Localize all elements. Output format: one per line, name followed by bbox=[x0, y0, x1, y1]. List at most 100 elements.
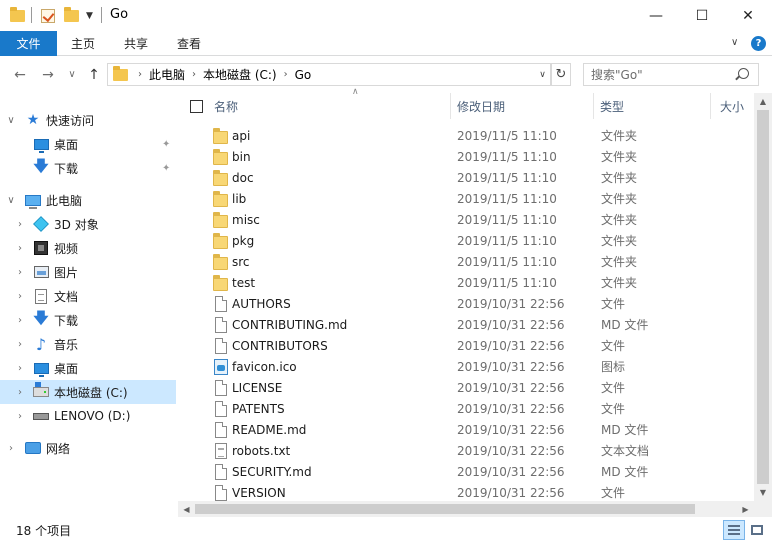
table-row[interactable]: src 2019/11/5 11:10 文件夹 bbox=[178, 252, 754, 273]
scroll-left-arrow-icon[interactable]: ◀ bbox=[178, 501, 195, 517]
file-list: ∧ 名称 修改日期 类型 大小 api 2019/11/5 11:10 文件夹 bin… bbox=[178, 87, 772, 517]
table-row[interactable]: AUTHORS 2019/10/31 22:56 文件 bbox=[178, 294, 754, 315]
nav-documents[interactable]: › 文档 bbox=[0, 284, 176, 308]
customize-toolbar-icon[interactable]: ▼ bbox=[86, 7, 93, 25]
nav-quick-access[interactable]: ∨ ★ 快速访问 bbox=[0, 108, 176, 132]
pin-icon[interactable]: ✦ bbox=[162, 163, 170, 174]
search-icon[interactable] bbox=[738, 68, 749, 79]
horizontal-scrollbar[interactable]: ◀ ▶ bbox=[178, 501, 754, 517]
search-input[interactable] bbox=[591, 67, 731, 82]
nav-label: 网络 bbox=[46, 441, 71, 456]
recent-locations-chevron-icon[interactable]: ∨ bbox=[65, 56, 79, 93]
column-header-date[interactable]: 修改日期 bbox=[457, 93, 593, 119]
forward-arrow-icon[interactable]: → bbox=[38, 56, 58, 93]
table-row[interactable]: lib 2019/11/5 11:10 文件夹 bbox=[178, 189, 754, 210]
table-row[interactable]: CONTRIBUTORS 2019/10/31 22:56 文件 bbox=[178, 336, 754, 357]
nav-quick-downloads[interactable]: 🡇 下载 ✦ bbox=[0, 156, 176, 180]
minimize-button[interactable]: — bbox=[633, 0, 679, 31]
column-divider[interactable] bbox=[593, 93, 594, 119]
breadcrumb-go[interactable]: Go bbox=[295, 68, 312, 82]
breadcrumb-this-pc[interactable]: 此电脑 bbox=[149, 66, 185, 83]
breadcrumb-separator[interactable]: › bbox=[192, 69, 196, 80]
column-divider[interactable] bbox=[710, 93, 711, 119]
nav-downloads[interactable]: › 🡇 下载 bbox=[0, 308, 176, 332]
expand-chevron-icon[interactable]: › bbox=[15, 315, 25, 326]
breadcrumb-separator[interactable]: › bbox=[284, 69, 288, 80]
scroll-right-arrow-icon[interactable]: ▶ bbox=[737, 501, 754, 517]
file-type: MD 文件 bbox=[601, 318, 649, 332]
expand-chevron-icon[interactable]: › bbox=[6, 443, 16, 454]
nav-network[interactable]: › 网络 bbox=[0, 436, 176, 460]
column-header-type[interactable]: 类型 bbox=[600, 93, 710, 119]
table-row[interactable]: doc 2019/11/5 11:10 文件夹 bbox=[178, 168, 754, 189]
title-separator bbox=[101, 7, 102, 23]
table-row[interactable]: test 2019/11/5 11:10 文件夹 bbox=[178, 273, 754, 294]
expand-chevron-icon[interactable]: › bbox=[15, 243, 25, 254]
table-row[interactable]: PATENTS 2019/10/31 22:56 文件 bbox=[178, 399, 754, 420]
table-row[interactable]: api 2019/11/5 11:10 文件夹 bbox=[178, 126, 754, 147]
tab-home[interactable]: 主页 bbox=[71, 31, 95, 56]
refresh-icon[interactable]: ↻ bbox=[551, 63, 571, 86]
details-view-button[interactable] bbox=[723, 520, 745, 540]
back-arrow-icon[interactable]: ← bbox=[10, 56, 30, 93]
expand-chevron-icon[interactable]: › bbox=[15, 339, 25, 350]
file-type: 文件 bbox=[601, 381, 626, 395]
collapse-chevron-icon[interactable]: ∨ bbox=[6, 115, 16, 126]
expand-chevron-icon[interactable]: › bbox=[15, 411, 25, 422]
horizontal-scroll-thumb[interactable] bbox=[195, 504, 695, 514]
table-row[interactable]: LICENSE 2019/10/31 22:56 文件 bbox=[178, 378, 754, 399]
up-arrow-icon[interactable]: ↑ bbox=[85, 56, 103, 93]
nav-label: LENOVO (D:) bbox=[54, 409, 131, 423]
nav-music[interactable]: › ♪ 音乐 bbox=[0, 332, 176, 356]
nav-quick-desktop[interactable]: 桌面 ✦ bbox=[0, 132, 176, 156]
column-header-size[interactable]: 大小 bbox=[720, 93, 754, 119]
nav-lenovo-d[interactable]: › LENOVO (D:) bbox=[0, 404, 176, 428]
expand-chevron-icon[interactable]: › bbox=[15, 219, 25, 230]
table-row[interactable]: robots.txt 2019/10/31 22:56 文本文档 bbox=[178, 441, 754, 462]
tab-file[interactable]: 文件 bbox=[0, 31, 57, 56]
expand-ribbon-chevron-icon[interactable]: ∨ bbox=[731, 37, 738, 48]
table-row[interactable]: misc 2019/11/5 11:10 文件夹 bbox=[178, 210, 754, 231]
nav-desktop[interactable]: › 桌面 bbox=[0, 356, 176, 380]
select-all-checkbox[interactable] bbox=[190, 100, 203, 113]
close-button[interactable]: ✕ bbox=[725, 0, 771, 31]
tab-share[interactable]: 共享 bbox=[124, 31, 148, 56]
file-type: 图标 bbox=[601, 360, 626, 374]
nav-local-disk-c[interactable]: › 本地磁盘 (C:) bbox=[0, 380, 176, 404]
tab-view[interactable]: 查看 bbox=[177, 31, 201, 56]
scroll-down-arrow-icon[interactable]: ▼ bbox=[754, 484, 772, 501]
properties-icon[interactable] bbox=[41, 7, 55, 25]
table-row[interactable]: bin 2019/11/5 11:10 文件夹 bbox=[178, 147, 754, 168]
nav-pictures[interactable]: › 图片 bbox=[0, 260, 176, 284]
vertical-scroll-thumb[interactable] bbox=[757, 110, 769, 484]
expand-chevron-icon[interactable]: › bbox=[15, 363, 25, 374]
breadcrumb-separator[interactable]: › bbox=[138, 69, 142, 80]
column-divider[interactable] bbox=[450, 93, 451, 119]
expand-chevron-icon[interactable]: › bbox=[15, 267, 25, 278]
pin-icon[interactable]: ✦ bbox=[162, 139, 170, 150]
nav-videos[interactable]: › 视频 bbox=[0, 236, 176, 260]
help-icon[interactable]: ? bbox=[751, 36, 766, 51]
file-name: doc bbox=[232, 171, 254, 185]
expand-chevron-icon[interactable]: › bbox=[15, 387, 25, 398]
collapse-chevron-icon[interactable]: ∨ bbox=[6, 195, 16, 206]
maximize-button[interactable]: ☐ bbox=[679, 0, 725, 31]
nav-this-pc[interactable]: ∨ 此电脑 bbox=[0, 188, 176, 212]
search-box[interactable] bbox=[583, 63, 759, 86]
breadcrumb-local-disk[interactable]: 本地磁盘 (C:) bbox=[203, 66, 277, 83]
file-icon bbox=[215, 401, 227, 417]
table-row[interactable]: favicon.ico 2019/10/31 22:56 图标 bbox=[178, 357, 754, 378]
address-dropdown-chevron-icon[interactable]: ∨ bbox=[535, 63, 551, 86]
table-row[interactable]: SECURITY.md 2019/10/31 22:56 MD 文件 bbox=[178, 462, 754, 483]
new-folder-icon[interactable] bbox=[64, 7, 79, 25]
vertical-scrollbar[interactable]: ▲ ▼ bbox=[754, 93, 772, 501]
large-icons-view-button[interactable] bbox=[747, 521, 767, 539]
table-row[interactable]: CONTRIBUTING.md 2019/10/31 22:56 MD 文件 bbox=[178, 315, 754, 336]
address-bar[interactable]: › 此电脑 › 本地磁盘 (C:) › Go bbox=[107, 63, 551, 86]
column-header-name[interactable]: ∧ 名称 bbox=[214, 87, 450, 119]
table-row[interactable]: pkg 2019/11/5 11:10 文件夹 bbox=[178, 231, 754, 252]
nav-3d-objects[interactable]: › 3D 对象 bbox=[0, 212, 176, 236]
expand-chevron-icon[interactable]: › bbox=[15, 291, 25, 302]
scroll-up-arrow-icon[interactable]: ▲ bbox=[754, 93, 772, 110]
table-row[interactable]: README.md 2019/10/31 22:56 MD 文件 bbox=[178, 420, 754, 441]
